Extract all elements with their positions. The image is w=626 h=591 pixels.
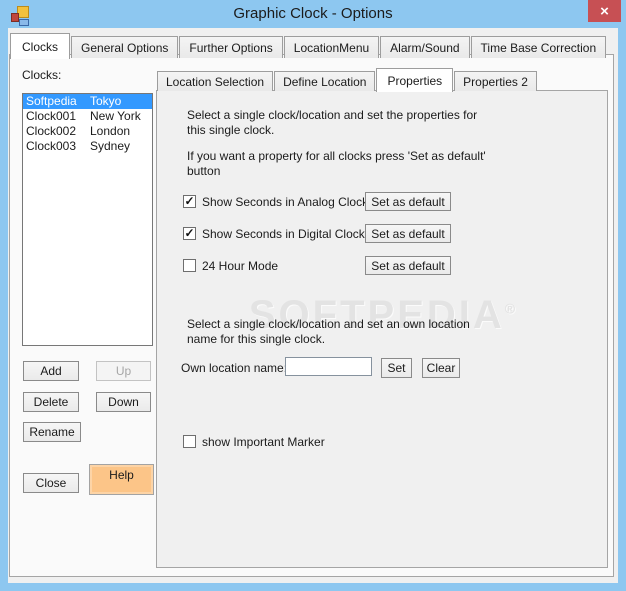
checkbox-box[interactable] [183,259,196,272]
set-button[interactable]: Set [381,358,412,378]
tab-location-menu[interactable]: LocationMenu [283,36,380,58]
list-item[interactable]: Clock002 London [23,124,152,139]
tab-alarm-sound[interactable]: Alarm/Sound [380,36,470,58]
tab-time-base-correction[interactable]: Time Base Correction [470,36,607,58]
set-as-default-button-digital[interactable]: Set as default [365,224,451,243]
clocks-tab-page: Clocks: Softpedia Tokyo Clock001 New Yor… [9,54,614,577]
close-icon: × [600,2,609,20]
tab-properties[interactable]: Properties [376,68,454,92]
down-button[interactable]: Down [96,392,151,412]
close-window-button[interactable]: × [588,0,621,22]
checkbox-label: 24 Hour Mode [202,259,279,273]
intro-text-2: If you want a property for all clocks pr… [187,149,486,178]
window-title: Graphic Clock - Options [233,5,393,22]
delete-button[interactable]: Delete [23,392,79,412]
checkbox-box[interactable]: ✓ [183,227,196,240]
up-button[interactable]: Up [96,361,151,381]
tab-clocks[interactable]: Clocks [10,33,71,59]
icon-square-red [11,13,19,22]
clocks-list-label: Clocks: [22,68,62,82]
title-bar: Graphic Clock - Options × [0,0,626,28]
checkbox-box[interactable]: ✓ [183,195,196,208]
own-location-intro: Select a single clock/location and set a… [187,317,470,346]
tab-define-location[interactable]: Define Location [274,71,376,91]
location-tabstrip: Location Selection Define Location Prope… [157,68,538,92]
help-button[interactable]: Help [89,464,154,495]
dialog-content: Clocks General Options Further Options L… [8,28,618,583]
rename-button[interactable]: Rename [23,422,81,442]
add-button[interactable]: Add [23,361,79,381]
checkbox-label: Show Seconds in Digital Clock [202,227,365,241]
set-as-default-button-analog[interactable]: Set as default [365,192,451,211]
tab-further-options[interactable]: Further Options [179,36,283,58]
intro-text-1: Select a single clock/location and set t… [187,108,478,137]
set-as-default-button-24h[interactable]: Set as default [365,256,451,275]
main-tabstrip: Clocks General Options Further Options L… [10,32,607,59]
list-item[interactable]: Clock001 New York [23,109,152,124]
properties-tab-page: SOFTPEDIA® Select a single clock/locatio… [156,90,608,568]
close-button[interactable]: Close [23,473,79,493]
options-window: Graphic Clock - Options × Clocks General… [0,0,626,591]
checkbox-label: Show Seconds in Analog Clock [202,195,369,209]
clear-button[interactable]: Clear [422,358,460,378]
list-item[interactable]: Clock003 Sydney [23,139,152,154]
tab-general-options[interactable]: General Options [71,36,179,58]
own-location-label: Own location name: [181,361,288,375]
tab-location-selection[interactable]: Location Selection [157,71,274,91]
own-location-input[interactable] [285,357,372,376]
list-item[interactable]: Softpedia Tokyo [23,94,152,109]
checkbox-label: show Important Marker [202,435,325,449]
icon-square-blue [19,19,29,26]
tab-properties-2[interactable]: Properties 2 [454,71,537,91]
checkbox-box[interactable] [183,435,196,448]
clocks-listbox[interactable]: Softpedia Tokyo Clock001 New York Clock0… [22,93,153,346]
